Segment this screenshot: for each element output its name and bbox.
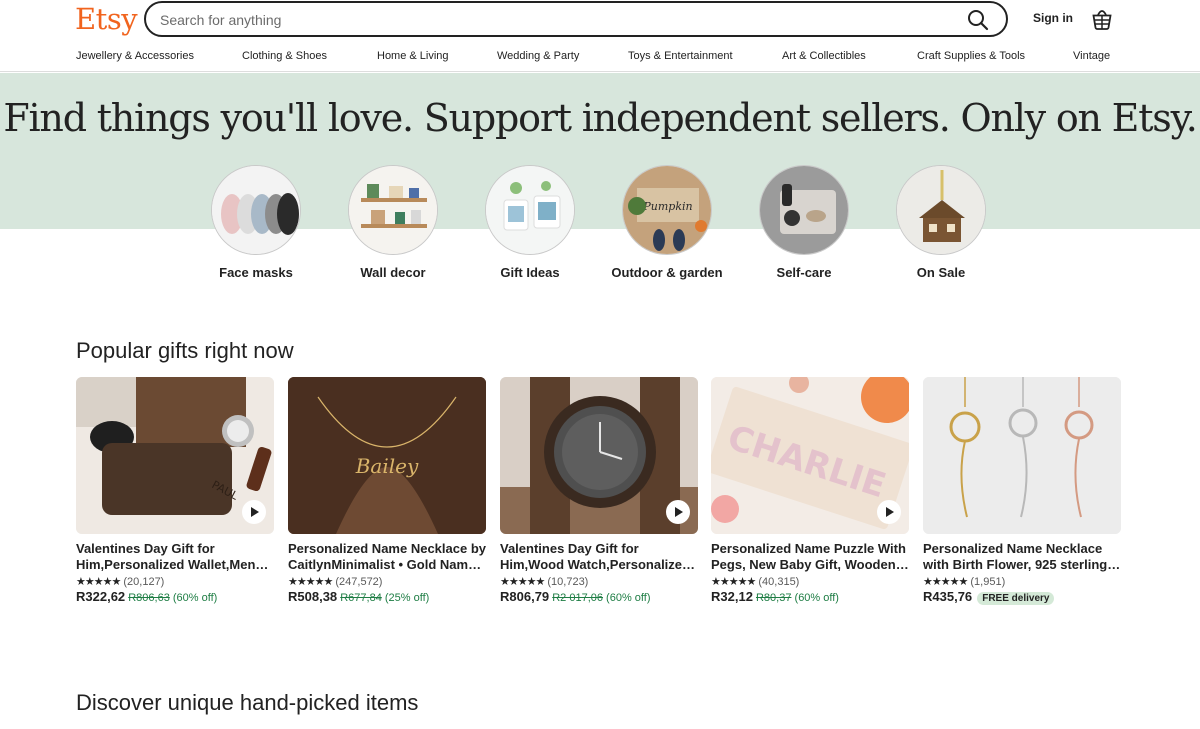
- circle-label: Outdoor & garden: [611, 265, 723, 280]
- nav-item-wedding[interactable]: Wedding & Party: [497, 50, 579, 62]
- play-video-icon[interactable]: [242, 500, 266, 524]
- original-price: R677,84: [340, 592, 382, 604]
- circle-outdoor-garden[interactable]: Pumpkin Outdoor & garden: [602, 165, 732, 281]
- nav-item-craft[interactable]: Craft Supplies & Tools: [917, 50, 1025, 62]
- cart-button[interactable]: [1092, 8, 1112, 30]
- discount-label: (60% off): [794, 592, 839, 604]
- sign-in-link[interactable]: Sign in: [1033, 11, 1073, 25]
- category-circles: Face masks Wall decor Gift Ideas Pumpkin…: [0, 165, 1200, 305]
- etsy-logo[interactable]: Etsy: [75, 0, 138, 38]
- review-count: (40,315): [758, 576, 800, 588]
- outdoor-garden-image: Pumpkin: [622, 165, 712, 255]
- circle-label: Self-care: [776, 265, 832, 280]
- discount-label: (60% off): [606, 592, 651, 604]
- original-price: R80,37: [755, 592, 792, 604]
- product-title[interactable]: Valentines Day Gift for Him,Wood Watch,P…: [500, 541, 698, 573]
- circle-label: On Sale: [916, 265, 966, 280]
- play-video-icon[interactable]: [666, 500, 690, 524]
- circle-label: Gift Ideas: [500, 265, 560, 280]
- product-image[interactable]: [500, 377, 698, 534]
- product-price: R322,62: [76, 589, 126, 604]
- nav-item-clothing[interactable]: Clothing & Shoes: [242, 50, 327, 62]
- star-rating-icon: ★★★★★: [923, 576, 968, 588]
- product-rating: ★★★★★ (20,127): [76, 575, 274, 588]
- product-price: R32,12: [711, 589, 753, 604]
- search-icon: [968, 10, 989, 31]
- discover-title: Discover unique hand-picked items: [76, 690, 419, 715]
- gift-ideas-image: [485, 165, 575, 255]
- nav-item-home[interactable]: Home & Living: [377, 50, 449, 62]
- search-button[interactable]: [966, 8, 990, 32]
- product-card[interactable]: Personalized Name Necklace with Birth Fl…: [923, 377, 1121, 605]
- self-care-image: [759, 165, 849, 255]
- circle-label: Wall decor: [360, 265, 426, 280]
- circle-self-care[interactable]: Self-care: [739, 165, 869, 281]
- nav-item-vintage[interactable]: Vintage: [1073, 50, 1110, 62]
- product-price: R435,76: [923, 589, 973, 604]
- product-title[interactable]: Personalized Name Necklace with Birth Fl…: [923, 541, 1121, 573]
- face-masks-image: [211, 165, 301, 255]
- hero-title: Find things you'll love. Support indepen…: [3, 96, 1198, 140]
- product-title[interactable]: Personalized Name Puzzle With Pegs, New …: [711, 541, 909, 573]
- review-count: (1,951): [970, 576, 1006, 588]
- original-price: R806,63: [128, 592, 170, 604]
- nav-item-toys[interactable]: Toys & Entertainment: [628, 50, 733, 62]
- circle-on-sale[interactable]: On Sale: [876, 165, 1006, 281]
- review-count: (10,723): [547, 576, 589, 588]
- circle-wall-decor[interactable]: Wall decor: [328, 165, 458, 281]
- nav-item-art[interactable]: Art & Collectibles: [782, 50, 866, 62]
- discount-label: (60% off): [172, 592, 218, 604]
- wall-decor-image: [348, 165, 438, 255]
- product-grid: PAUL Valentines Day Gift for Him,Persona…: [76, 377, 1121, 617]
- product-card[interactable]: Bailey Personalized Name Necklace by Cai…: [288, 377, 486, 604]
- star-rating-icon: ★★★★★: [76, 576, 121, 588]
- popular-gifts-title: Popular gifts right now: [76, 338, 294, 363]
- product-rating: ★★★★★ (247,572): [288, 575, 486, 588]
- nav-item-jewellery[interactable]: Jewellery & Accessories: [76, 50, 194, 62]
- star-rating-icon: ★★★★★: [711, 576, 756, 588]
- on-sale-image: [896, 165, 986, 255]
- product-rating: ★★★★★ (10,723): [500, 575, 698, 588]
- review-count: (20,127): [123, 576, 165, 588]
- search-bar: [144, 1, 1008, 37]
- circle-gift-ideas[interactable]: Gift Ideas: [465, 165, 595, 281]
- search-input[interactable]: [160, 9, 940, 31]
- product-image[interactable]: [923, 377, 1121, 534]
- discount-label: (25% off): [384, 592, 430, 604]
- price-row: R322,62 R806,63 (60% off): [76, 589, 274, 604]
- circle-face-masks[interactable]: Face masks: [191, 165, 321, 281]
- product-image[interactable]: Bailey: [288, 377, 486, 534]
- product-rating: ★★★★★ (40,315): [711, 575, 909, 588]
- svg-text:Bailey: Bailey: [355, 454, 419, 478]
- star-rating-icon: ★★★★★: [288, 576, 333, 588]
- product-image[interactable]: CHARLIE: [711, 377, 909, 534]
- product-image[interactable]: PAUL: [76, 377, 274, 534]
- product-price: R806,79: [500, 589, 550, 604]
- price-row: R806,79 R2 017,06 (60% off): [500, 589, 698, 604]
- review-count: (247,572): [335, 576, 383, 588]
- circle-label: Face masks: [219, 265, 293, 280]
- header: Etsy Sign in: [0, 0, 1200, 40]
- product-price: R508,38: [288, 589, 338, 604]
- product-title[interactable]: Valentines Day Gift for Him,Personalized…: [76, 541, 274, 573]
- product-title[interactable]: Personalized Name Necklace by CaitlynMin…: [288, 541, 486, 573]
- star-rating-icon: ★★★★★: [500, 576, 545, 588]
- price-row: R508,38 R677,84 (25% off): [288, 589, 486, 604]
- product-rating: ★★★★★ (1,951): [923, 575, 1121, 588]
- shopping-basket-icon: [1092, 10, 1112, 30]
- play-video-icon[interactable]: [877, 500, 901, 524]
- original-price: R2 017,06: [552, 592, 603, 604]
- svg-text:Pumpkin: Pumpkin: [642, 200, 692, 213]
- product-card[interactable]: CHARLIE Personalized Name Puzzle With Pe…: [711, 377, 909, 604]
- category-nav: Jewellery & Accessories Clothing & Shoes…: [0, 48, 1200, 72]
- product-card[interactable]: Valentines Day Gift for Him,Wood Watch,P…: [500, 377, 698, 604]
- free-delivery-badge: FREE delivery: [977, 592, 1055, 605]
- price-row: R435,76 FREE delivery: [923, 589, 1121, 605]
- price-row: R32,12 R80,37 (60% off): [711, 589, 909, 604]
- product-card[interactable]: PAUL Valentines Day Gift for Him,Persona…: [76, 377, 274, 604]
